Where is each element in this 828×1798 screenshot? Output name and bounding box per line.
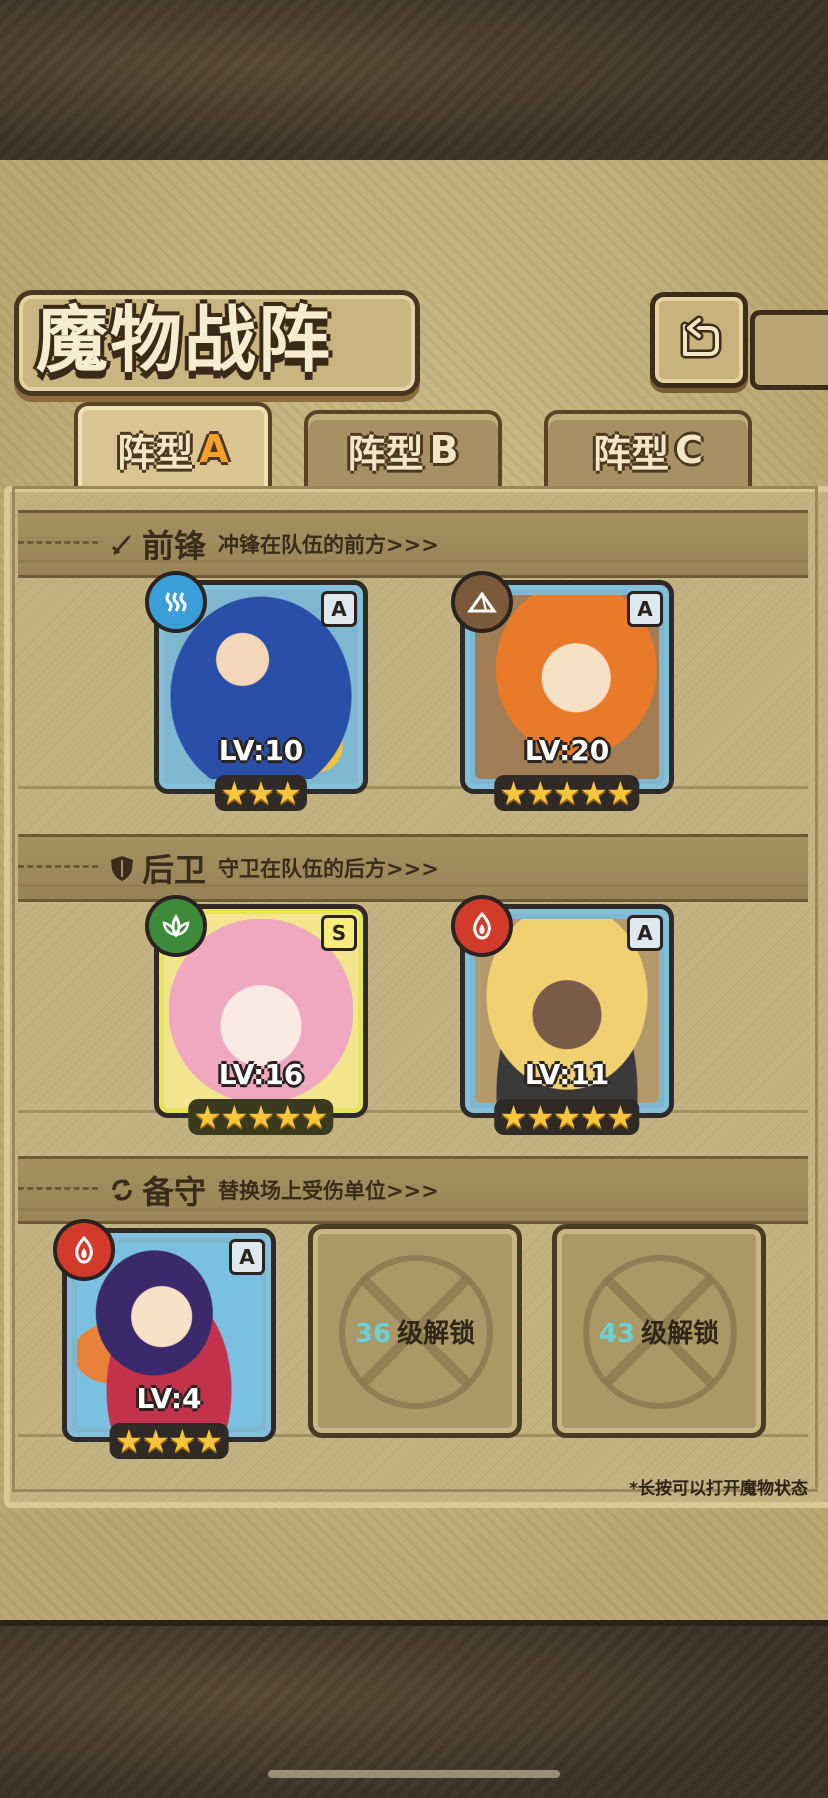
- rank-badge: S: [321, 915, 357, 951]
- level-label: LV:16: [218, 1058, 304, 1091]
- level-label: LV:10: [218, 734, 304, 767]
- star-icon: ★: [525, 1098, 555, 1136]
- locked-slot-2[interactable]: 43 级解锁: [552, 1224, 766, 1438]
- shield-icon: [108, 854, 136, 882]
- section-header-reserve: 备守 替换场上受伤单位>>>: [18, 1156, 808, 1224]
- star-icon: ★: [499, 1098, 528, 1136]
- fire-element-icon: [451, 895, 513, 957]
- divider: [18, 1187, 98, 1190]
- water-element-icon: [145, 571, 207, 633]
- rank-badge: A: [627, 915, 663, 951]
- star-icon: ★: [246, 774, 276, 812]
- rank-badge: A: [321, 591, 357, 627]
- star-icon: ★: [114, 1422, 144, 1460]
- monster-card-back-2[interactable]: A LV:11 ★ ★ ★ ★ ★: [451, 895, 674, 1135]
- monster-card-front-2[interactable]: A LV:20 ★ ★ ★ ★ ★: [451, 571, 674, 811]
- tab-letter: C: [675, 428, 703, 472]
- divider: [18, 865, 98, 868]
- section-header-front: 前锋 冲锋在队伍的前方>>>: [18, 510, 808, 578]
- level-label: LV:11: [524, 1058, 610, 1091]
- divider: [18, 884, 808, 887]
- tab-formation-c[interactable]: 阵型 C: [544, 410, 752, 486]
- section-description: 替换场上受伤单位>>>: [218, 1179, 439, 1203]
- star-icon: ★: [525, 774, 555, 812]
- home-indicator[interactable]: [268, 1770, 560, 1778]
- star-icon: ★: [194, 1422, 224, 1460]
- section-description: 冲锋在队伍的前方>>>: [218, 533, 439, 557]
- star-icon: ★: [606, 1098, 635, 1136]
- wood-element-icon: [145, 895, 207, 957]
- star-icon: ★: [579, 774, 609, 812]
- star-rating: ★ ★ ★ ★ ★: [494, 774, 640, 812]
- divider: [18, 1208, 808, 1211]
- star-icon: ★: [168, 1422, 197, 1460]
- star-icon: ★: [193, 1098, 222, 1136]
- tab-formation-a[interactable]: 阵型 A: [74, 402, 272, 492]
- star-icon: ★: [219, 774, 249, 812]
- monster-card-front-1[interactable]: A LV:10 ★ ★ ★: [145, 571, 368, 811]
- back-button[interactable]: [650, 292, 748, 388]
- divider: [18, 786, 808, 789]
- section-description: 守卫在队伍的后方>>>: [218, 857, 439, 881]
- tab-label: 阵型: [347, 431, 424, 476]
- star-icon: ★: [300, 1098, 329, 1136]
- section-title: 备守: [142, 1173, 207, 1211]
- divider: [18, 560, 808, 563]
- star-icon: ★: [273, 1098, 303, 1136]
- star-rating: ★ ★ ★ ★: [109, 1422, 229, 1460]
- hint-text: *长按可以打开魔物状态: [629, 1479, 808, 1499]
- monster-card-back-1[interactable]: S LV:16 ★ ★ ★ ★ ★: [145, 895, 368, 1135]
- tab-formation-b[interactable]: 阵型 B: [304, 410, 502, 486]
- star-icon: ★: [552, 1098, 582, 1136]
- back-return-icon: [680, 315, 722, 359]
- level-label: LV:4: [136, 1382, 202, 1415]
- tab-letter: B: [429, 428, 459, 472]
- star-icon: ★: [246, 1098, 276, 1136]
- rank-badge: A: [229, 1239, 265, 1275]
- swap-icon: [108, 1176, 136, 1204]
- rank-badge: A: [627, 591, 663, 627]
- level-label: LV:20: [524, 734, 610, 767]
- divider: [18, 541, 98, 544]
- monster-card-reserve-1[interactable]: A LV:4 ★ ★ ★ ★: [53, 1219, 276, 1459]
- divider: [18, 1110, 808, 1113]
- unlock-requirement: 43 级解锁: [598, 1318, 720, 1349]
- star-rating: ★ ★ ★: [214, 774, 308, 812]
- star-icon: ★: [606, 774, 635, 812]
- star-icon: ★: [579, 1098, 609, 1136]
- star-rating: ★ ★ ★ ★ ★: [494, 1098, 640, 1136]
- earth-element-icon: [451, 571, 513, 633]
- back-button-tail: [750, 310, 828, 390]
- star-rating: ★ ★ ★ ★ ★: [188, 1098, 334, 1136]
- fire-element-icon: [53, 1219, 115, 1281]
- tab-label: 阵型: [117, 430, 194, 475]
- top-map-band: [0, 0, 828, 166]
- page-title: 魔物战阵: [36, 297, 333, 382]
- formation-tabs: 阵型 A 阵型 B 阵型 C: [14, 402, 814, 492]
- section-header-back: 后卫 守卫在队伍的后方>>>: [18, 834, 808, 902]
- star-icon: ★: [499, 774, 528, 812]
- tab-letter: A: [199, 427, 229, 471]
- star-icon: ★: [552, 774, 582, 812]
- sword-icon: [108, 530, 136, 558]
- tab-label: 阵型: [593, 431, 670, 476]
- star-icon: ★: [273, 774, 303, 812]
- locked-slot-1[interactable]: 36 级解锁: [308, 1224, 522, 1438]
- star-icon: ★: [141, 1422, 170, 1460]
- unlock-requirement: 36 级解锁: [354, 1318, 476, 1349]
- star-icon: ★: [219, 1098, 249, 1136]
